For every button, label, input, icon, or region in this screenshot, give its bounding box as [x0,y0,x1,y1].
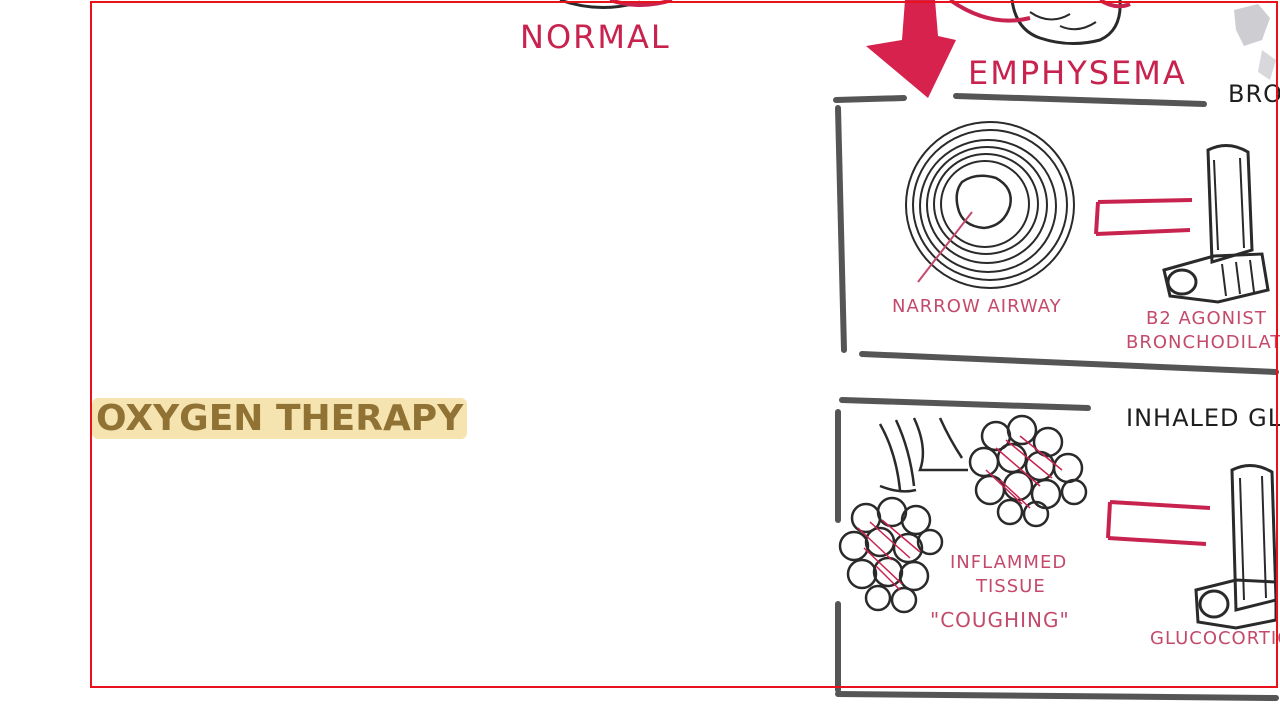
glucocorticoid-label: GLUCOCORTIC [1150,628,1280,649]
normal-label: NORMAL [520,18,671,56]
normal-lung-sketch [559,0,673,9]
emphysema-lung-sketch [948,0,1131,45]
coughing-label: "COUGHING" [930,608,1070,632]
inhaler-icon [1162,144,1270,304]
narrow-airway-label: NARROW AIRWAY [892,296,1062,317]
glucocorticoid-panel [835,397,1279,701]
emphysema-label: EMPHYSEMA [968,54,1187,92]
grey-scribble [1234,4,1276,80]
inflamed-label: INFLAMMED [950,552,1068,573]
oxygen-therapy-label: OXYGEN THERAPY [92,398,468,439]
b2-agonist-label: B2 AGONIST [1146,308,1267,329]
whiteboard-canvas: NORMAL EMPHYSEMA BRO NARROW AIRWAY B2 AG… [0,0,1280,720]
red-down-arrow [866,0,956,98]
bronchodilator-label: BRONCHODILATO [1126,332,1280,353]
narrow-airway-rings [905,121,1075,289]
glucocorticoid-arrow [1106,500,1211,546]
inflamed-alveoli-sketch [838,414,1088,614]
inhaled-glucocorticoid-title-partial: INHALED GLU [1126,404,1280,432]
drawing-layer [559,0,1279,701]
b2-arrow [1094,198,1193,236]
glucocorticoid-inhaler-icon [1194,464,1278,630]
bronchodilator-title-partial: BRO [1228,80,1280,108]
tissue-label: TISSUE [976,576,1046,597]
